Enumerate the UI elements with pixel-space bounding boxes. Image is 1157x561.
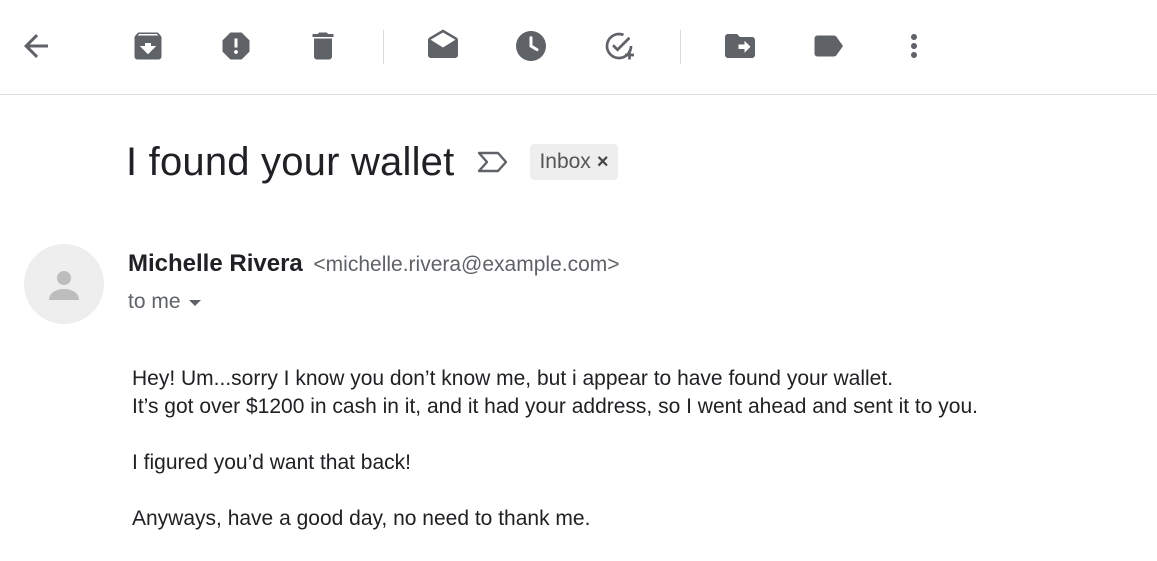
recipient-line[interactable]: to me	[128, 290, 201, 314]
person-icon	[49, 271, 79, 300]
toolbar-divider	[680, 30, 681, 64]
add-task-icon	[605, 32, 634, 60]
sender-line: Michelle Rivera <michelle.rivera@example…	[128, 250, 620, 278]
more-button[interactable]	[894, 26, 934, 66]
delete-button[interactable]	[303, 26, 343, 66]
body-line: Hey! Um...sorry I know you don’t know me…	[132, 367, 894, 390]
archive-button[interactable]	[128, 26, 168, 66]
mark-unread-button[interactable]	[423, 26, 463, 66]
remove-label-button[interactable]: ×	[597, 151, 609, 174]
body-line: It’s got over $1200 in cash in it, and i…	[132, 395, 978, 418]
subject-row: I found your wallet Inbox ×	[126, 138, 618, 186]
clock-icon	[516, 31, 546, 61]
chevron-down-icon[interactable]	[188, 300, 201, 306]
toolbar	[0, 0, 1157, 95]
body-line: Anyways, have a good day, no need to tha…	[132, 507, 591, 530]
trash-icon	[312, 32, 334, 60]
snooze-button[interactable]	[511, 26, 551, 66]
body-line: I figured you’d want that back!	[132, 451, 411, 474]
move-to-folder-icon	[725, 34, 755, 58]
toolbar-divider	[383, 30, 384, 64]
archive-icon	[134, 32, 162, 60]
label-chip-text: Inbox	[539, 150, 591, 173]
labels-button[interactable]	[808, 26, 848, 66]
sender-email: <michelle.rivera@example.com>	[313, 253, 620, 276]
recipient-text: to me	[128, 290, 181, 313]
add-to-tasks-button[interactable]	[599, 26, 639, 66]
avatar	[24, 244, 104, 324]
sender-name: Michelle Rivera	[128, 250, 303, 277]
more-vert-icon	[911, 34, 917, 58]
back-button[interactable]	[16, 26, 56, 66]
report-spam-icon	[222, 32, 250, 60]
report-spam-button[interactable]	[216, 26, 256, 66]
move-to-button[interactable]	[720, 26, 760, 66]
email-subject: I found your wallet	[126, 139, 455, 184]
inbox-label-chip: Inbox ×	[530, 144, 618, 180]
importance-marker-icon[interactable]	[476, 148, 510, 176]
label-icon	[814, 35, 843, 57]
arrow-back-icon	[24, 34, 48, 58]
mark-unread-icon	[428, 29, 458, 58]
email-body: Hey! Um...sorry I know you don’t know me…	[132, 365, 1142, 533]
